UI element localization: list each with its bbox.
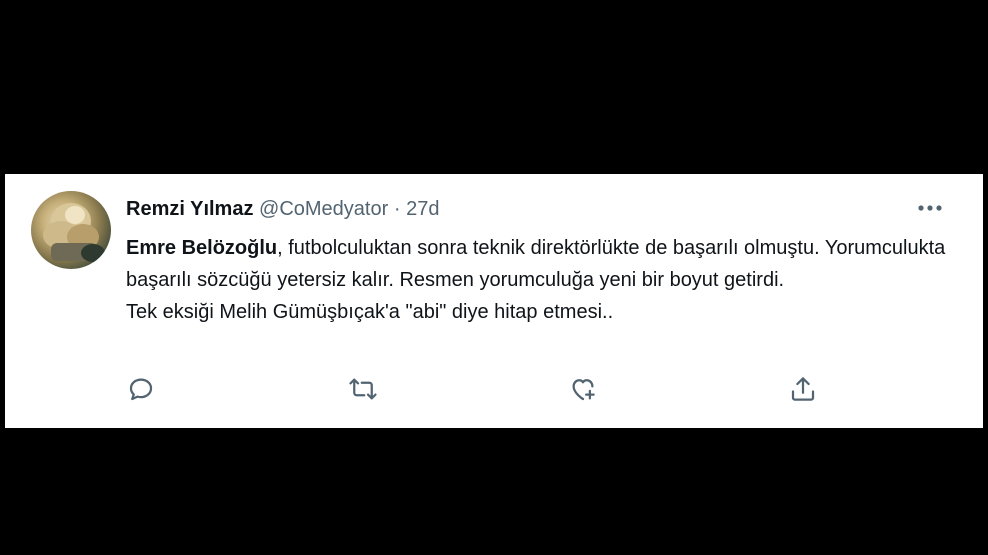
more-options-icon[interactable] xyxy=(915,198,945,218)
mention-name: Emre Belözoğlu xyxy=(126,237,278,259)
avatar[interactable] xyxy=(31,191,111,269)
tweet-body: Emre Belözoğlu, futbolculuktan sonra tek… xyxy=(126,232,956,328)
tweet-header: Remzi Yılmaz @CoMedyator · 27d xyxy=(126,196,439,222)
tweet-paragraph-2: Tek eksiği Melih Gümüşbıçak'a "abi" diye… xyxy=(126,301,614,323)
avatar-image xyxy=(43,203,105,262)
share-button[interactable] xyxy=(788,374,822,408)
author-display-name[interactable]: Remzi Yılmaz xyxy=(126,198,253,220)
like-button[interactable] xyxy=(568,374,602,408)
retweet-icon xyxy=(349,378,377,400)
reply-icon xyxy=(129,378,153,401)
tweet-card[interactable]: Remzi Yılmaz @CoMedyator · 27d Emre Belö… xyxy=(5,174,983,428)
screenshot-canvas: Remzi Yılmaz @CoMedyator · 27d Emre Belö… xyxy=(0,0,988,555)
like-icon xyxy=(572,379,595,401)
retweet-button[interactable] xyxy=(348,374,382,408)
tweet-timestamp[interactable]: 27d xyxy=(406,198,439,220)
share-icon xyxy=(791,377,815,401)
separator-dot: · xyxy=(393,198,401,220)
tweet-actions xyxy=(126,374,846,410)
tweet-paragraph-1: Emre Belözoğlu, futbolculuktan sonra tek… xyxy=(126,232,956,296)
author-handle[interactable]: @CoMedyator xyxy=(259,198,388,220)
reply-button[interactable] xyxy=(126,374,160,408)
